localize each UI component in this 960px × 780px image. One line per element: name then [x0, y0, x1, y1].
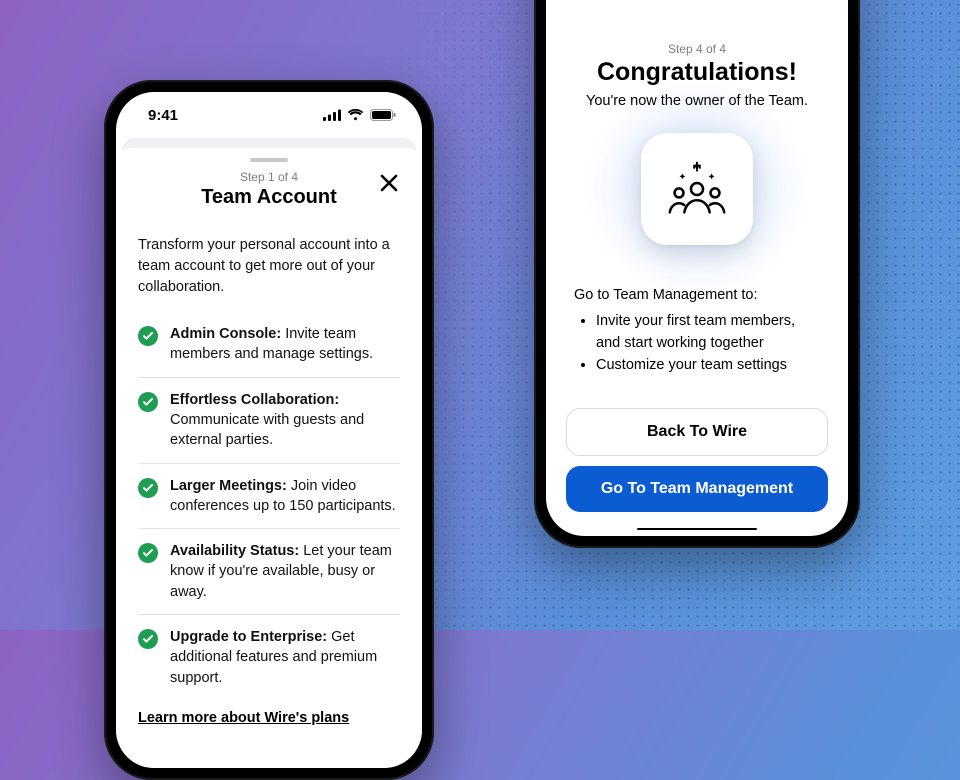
feature-text: Availability Status: Let your team know … [170, 541, 400, 602]
feature-row: Admin Console: Invite team members and m… [138, 312, 400, 378]
management-list: Invite your first team members, and star… [596, 311, 820, 377]
status-bar: 9:41 [116, 92, 422, 138]
list-item: Customize your team settings [596, 355, 820, 377]
sheet-grabber[interactable] [250, 158, 288, 162]
status-time: 9:41 [148, 107, 178, 124]
feature-text: Larger Meetings: Join video conferences … [170, 476, 400, 517]
check-circle-icon [138, 478, 158, 498]
action-buttons: Back To Wire Go To Team Management [546, 378, 848, 528]
wifi-icon [347, 109, 364, 121]
check-circle-icon [138, 392, 158, 412]
go-to-team-management-button[interactable]: Go To Team Management [566, 466, 828, 512]
feature-row: Availability Status: Let your team know … [138, 529, 400, 615]
team-icon-tile [641, 133, 753, 245]
status-indicators [323, 109, 396, 121]
learn-more-link[interactable]: Learn more about Wire's plans [138, 710, 349, 726]
feature-text: Upgrade to Enterprise: Get additional fe… [170, 627, 400, 688]
step-indicator: Step 1 of 4 [138, 170, 400, 184]
list-item: Invite your first team members, and star… [596, 311, 820, 355]
check-circle-icon [138, 326, 158, 346]
feature-row: Upgrade to Enterprise: Get additional fe… [138, 615, 400, 700]
team-account-sheet: Step 1 of 4 Team Account Transform your … [116, 148, 422, 768]
feature-text: Admin Console: Invite team members and m… [170, 324, 400, 365]
back-to-wire-button[interactable]: Back To Wire [566, 408, 828, 456]
cellular-signal-icon [323, 109, 341, 121]
battery-icon [370, 109, 396, 121]
phone-frame-step4: Step 4 of 4 Congratulations! You're now … [534, 0, 860, 548]
feature-text: Effortless Collaboration: Communicate wi… [170, 390, 400, 451]
feature-row: Larger Meetings: Join video conferences … [138, 464, 400, 530]
sheet-title: Team Account [138, 186, 400, 209]
phone-frame-step1: 9:41 Step 1 of 4 Team Account [104, 80, 434, 780]
feature-row: Effortless Collaboration: Communicate wi… [138, 378, 400, 464]
team-sparkle-icon [662, 154, 732, 224]
sheet-header: Step 1 of 4 Team Account [138, 170, 400, 209]
team-illustration [641, 133, 753, 245]
step-indicator: Step 4 of 4 [546, 42, 848, 56]
check-circle-icon [138, 629, 158, 649]
phone-screen-step4: Step 4 of 4 Congratulations! You're now … [546, 0, 848, 536]
phone-screen-step1: 9:41 Step 1 of 4 Team Account [116, 92, 422, 768]
close-icon[interactable] [376, 170, 402, 200]
check-circle-icon [138, 543, 158, 563]
intro-text: Transform your personal account into a t… [138, 235, 400, 298]
congrats-header: Step 4 of 4 Congratulations! You're now … [546, 0, 848, 245]
home-indicator[interactable] [637, 528, 757, 530]
